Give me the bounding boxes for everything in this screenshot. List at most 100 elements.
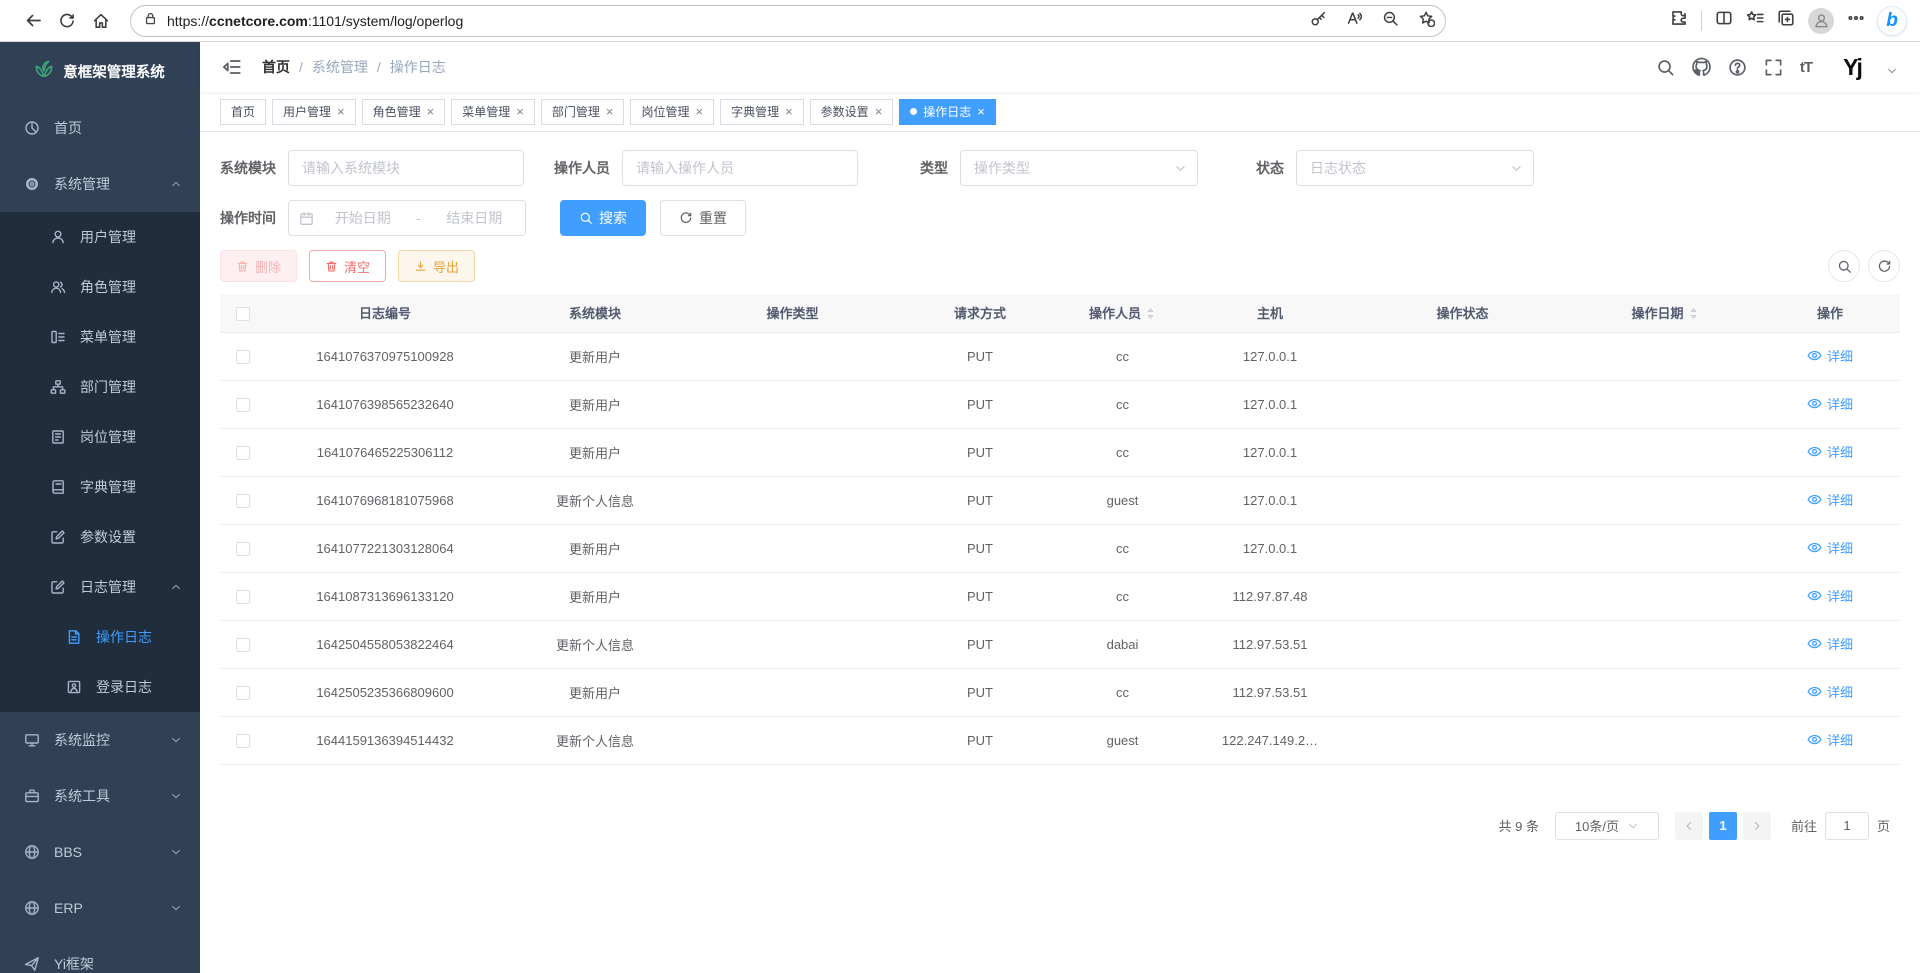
sidebar-item-system-monitor[interactable]: 系统监控	[0, 712, 200, 768]
sidebar-item-system-management[interactable]: 系统管理	[0, 156, 200, 212]
close-icon[interactable]: ×	[695, 105, 703, 118]
sidebar-item-yi-framework[interactable]: Yi框架	[0, 936, 200, 973]
favorites-bar-icon[interactable]	[1746, 9, 1764, 32]
reset-button[interactable]: 重置	[660, 200, 746, 236]
type-select[interactable]: 操作类型	[960, 150, 1198, 186]
sidebar-item-department-management[interactable]: 部门管理	[0, 362, 200, 412]
favorite-add-icon[interactable]	[1418, 10, 1435, 32]
more-icon[interactable]	[1847, 9, 1865, 32]
tab-dict-management[interactable]: 字典管理×	[720, 99, 804, 125]
browser-home-button[interactable]	[84, 4, 118, 38]
detail-link[interactable]: 详细	[1807, 730, 1853, 749]
prev-page-button[interactable]	[1675, 812, 1703, 840]
close-icon[interactable]: ×	[337, 105, 345, 118]
read-aloud-icon[interactable]	[1346, 10, 1363, 32]
detail-link[interactable]: 详细	[1807, 394, 1853, 413]
row-checkbox[interactable]	[236, 494, 250, 508]
sidebar-item-log-management[interactable]: 日志管理	[0, 562, 200, 612]
sidebar-item-bbs[interactable]: BBS	[0, 824, 200, 880]
close-icon[interactable]: ×	[427, 105, 435, 118]
delete-button[interactable]: 删除	[220, 250, 297, 282]
detail-link[interactable]: 详细	[1807, 490, 1853, 509]
sidebar-item-role-management[interactable]: 角色管理	[0, 262, 200, 312]
operator-input[interactable]	[622, 150, 858, 186]
collections-icon[interactable]	[1777, 9, 1795, 32]
sidebar-item-erp[interactable]: ERP	[0, 880, 200, 936]
detail-link[interactable]: 详细	[1807, 586, 1853, 605]
row-checkbox[interactable]	[236, 398, 250, 412]
browser-back-button[interactable]	[16, 4, 50, 38]
close-icon[interactable]: ×	[785, 105, 793, 118]
row-checkbox[interactable]	[236, 590, 250, 604]
date-range-picker[interactable]: 开始日期 - 结束日期	[288, 200, 526, 236]
tab-post-management[interactable]: 岗位管理×	[630, 99, 714, 125]
sidebar-item-home[interactable]: 首页	[0, 100, 200, 156]
close-icon[interactable]: ×	[977, 105, 985, 118]
tab-operation-log[interactable]: 操作日志×	[899, 99, 996, 125]
row-checkbox[interactable]	[236, 638, 250, 652]
page-size-select[interactable]: 10条/页	[1555, 812, 1659, 840]
app-logo[interactable]: 意框架管理系统	[0, 42, 200, 100]
font-size-icon[interactable]: tT	[1800, 59, 1812, 76]
close-icon[interactable]: ×	[875, 105, 883, 118]
address-bar[interactable]: https://ccnetcore.com:1101/system/log/op…	[130, 5, 1446, 37]
tab-role-management[interactable]: 角色管理×	[362, 99, 446, 125]
column-header-date[interactable]: 操作日期	[1570, 294, 1760, 332]
detail-link[interactable]: 详细	[1807, 634, 1853, 653]
table-refresh-button[interactable]	[1868, 250, 1900, 282]
tab-home[interactable]: 首页	[220, 99, 266, 125]
breadcrumb-home[interactable]: 首页	[262, 57, 290, 77]
zoom-out-icon[interactable]	[1382, 10, 1399, 32]
sidebar-item-system-tools[interactable]: 系统工具	[0, 768, 200, 824]
sidebar-item-param-settings[interactable]: 参数设置	[0, 512, 200, 562]
next-page-button[interactable]	[1743, 812, 1771, 840]
detail-link[interactable]: 详细	[1807, 538, 1853, 557]
module-input[interactable]	[288, 150, 524, 186]
key-icon[interactable]	[1310, 10, 1327, 32]
row-checkbox[interactable]	[236, 686, 250, 700]
sort-icon[interactable]	[1688, 307, 1699, 320]
help-icon[interactable]	[1728, 58, 1747, 77]
export-button[interactable]: 导出	[398, 250, 475, 282]
sidebar-item-post-management[interactable]: 岗位管理	[0, 412, 200, 462]
split-screen-icon[interactable]	[1715, 9, 1733, 32]
goto-label: 前往	[1791, 816, 1817, 835]
sidebar-item-user-management[interactable]: 用户管理	[0, 212, 200, 262]
sidebar-item-operation-log[interactable]: 操作日志	[0, 612, 200, 662]
page-number-button[interactable]: 1	[1709, 812, 1737, 840]
avatar-caret-icon[interactable]	[1886, 65, 1898, 77]
row-checkbox[interactable]	[236, 446, 250, 460]
sidebar-toggle-icon[interactable]	[222, 56, 244, 78]
goto-page-input[interactable]	[1825, 812, 1869, 840]
search-button[interactable]: 搜索	[560, 200, 646, 236]
detail-link[interactable]: 详细	[1807, 346, 1853, 365]
sidebar-item-menu-management[interactable]: 菜单管理	[0, 312, 200, 362]
clear-button[interactable]: 清空	[309, 250, 386, 282]
close-icon[interactable]: ×	[606, 105, 614, 118]
tab-menu-management[interactable]: 菜单管理×	[451, 99, 535, 125]
tab-department-management[interactable]: 部门管理×	[541, 99, 625, 125]
tab-user-management[interactable]: 用户管理×	[272, 99, 356, 125]
status-select[interactable]: 日志状态	[1296, 150, 1534, 186]
select-all-checkbox[interactable]	[236, 307, 250, 321]
detail-link[interactable]: 详细	[1807, 442, 1853, 461]
sidebar-item-login-log[interactable]: 登录日志	[0, 662, 200, 712]
browser-reload-button[interactable]	[50, 4, 84, 38]
table-search-button[interactable]	[1828, 250, 1860, 282]
detail-link[interactable]: 详细	[1807, 682, 1853, 701]
user-avatar[interactable]: Yj	[1835, 52, 1869, 82]
sort-icon[interactable]	[1145, 307, 1156, 320]
bing-chat-icon[interactable]: b	[1878, 7, 1906, 35]
close-icon[interactable]: ×	[516, 105, 524, 118]
extensions-icon[interactable]	[1670, 9, 1688, 32]
header-search-icon[interactable]	[1656, 58, 1675, 77]
row-checkbox[interactable]	[236, 350, 250, 364]
row-checkbox[interactable]	[236, 542, 250, 556]
row-checkbox[interactable]	[236, 734, 250, 748]
browser-profile-avatar[interactable]	[1808, 8, 1834, 34]
tab-param-settings[interactable]: 参数设置×	[810, 99, 894, 125]
column-header-operator[interactable]: 操作人员	[1060, 294, 1185, 332]
github-icon[interactable]	[1692, 58, 1711, 77]
sidebar-item-dict-management[interactable]: 字典管理	[0, 462, 200, 512]
fullscreen-icon[interactable]	[1764, 58, 1783, 77]
